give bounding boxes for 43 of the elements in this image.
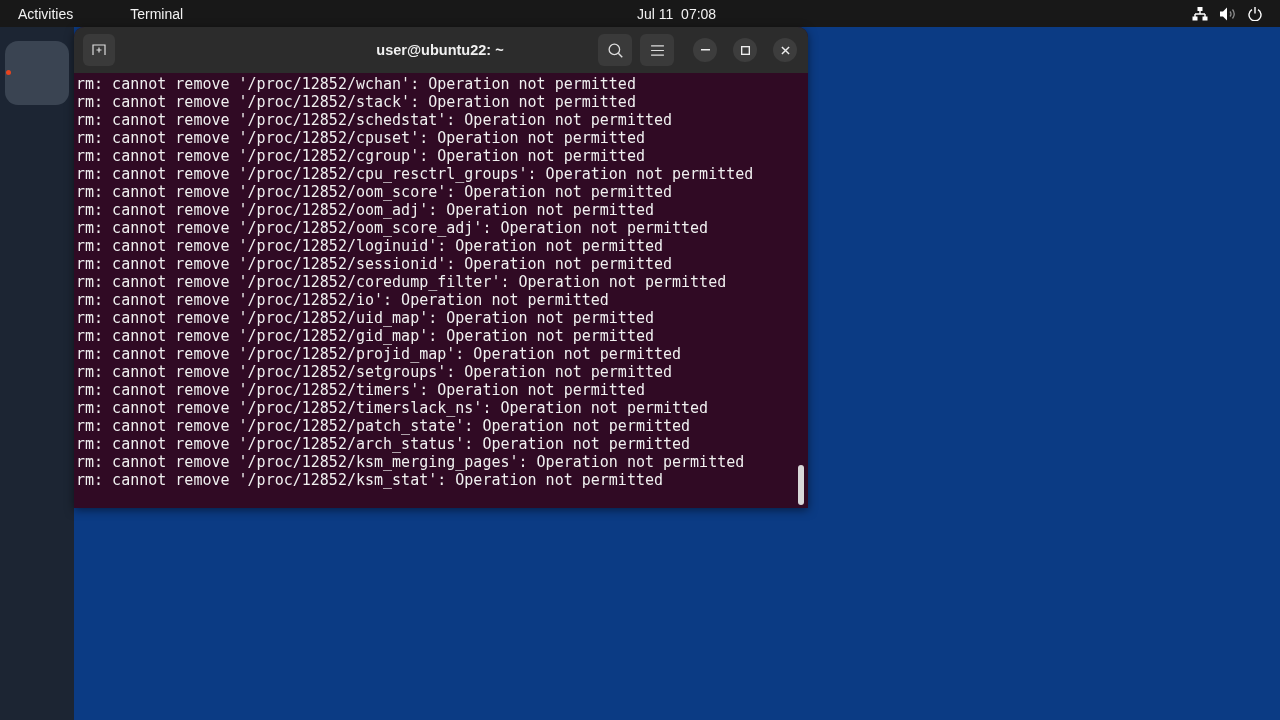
network-icon[interactable] — [1192, 6, 1208, 21]
terminal-line: rm: cannot remove '/proc/12852/uid_map': Operation not permitted — [76, 309, 654, 327]
close-button[interactable] — [773, 38, 797, 62]
terminal-line: rm: cannot remove '/proc/12852/wchan': Operation not permitted — [76, 75, 636, 93]
terminal-line: rm: cannot remove '/proc/12852/cpuset': Operation not permitted — [76, 129, 645, 147]
terminal-line: rm: cannot remove '/proc/12852/ksm_stat': Operation not permitted — [76, 471, 663, 489]
minimize-button[interactable] — [693, 38, 717, 62]
terminal-line: rm: cannot remove '/proc/12852/gid_map': Operation not permitted — [76, 327, 654, 345]
terminal-line: rm: cannot remove '/proc/12852/loginuid': Operation not permitted — [76, 237, 663, 255]
terminal-line: rm: cannot remove '/proc/12852/schedstat': Operation not permitted — [76, 111, 673, 129]
terminal-line: rm: cannot remove '/proc/12852/projid_map': Operation not permitted — [76, 345, 682, 363]
app-menu-button[interactable]: Terminal — [130, 4, 184, 23]
search-icon — [607, 42, 623, 58]
terminal-line: rm: cannot remove '/proc/12852/io': Operation not permitted — [76, 291, 609, 309]
terminal-line: rm: cannot remove '/proc/12852/ksm_merging_pages': Operation not permitted — [76, 453, 745, 471]
power-icon[interactable] — [1248, 6, 1262, 21]
search-button[interactable] — [598, 34, 632, 66]
terminal-line: rm: cannot remove '/proc/12852/sessionid': Operation not permitted — [76, 255, 673, 273]
minimize-icon — [700, 49, 710, 51]
new-tab-button[interactable] — [83, 34, 115, 66]
terminal-line: rm: cannot remove '/proc/12852/patch_state': Operation not permitted — [76, 417, 691, 435]
terminal-line: rm: cannot remove '/proc/12852/setgroups': Operation not permitted — [76, 363, 673, 381]
new-tab-icon — [92, 44, 106, 56]
window-title: user@ubuntu22: ~ — [376, 42, 504, 58]
terminal-line: rm: cannot remove '/proc/12852/stack': Operation not permitted — [76, 93, 636, 111]
terminal-line: rm: cannot remove '/proc/12852/arch_status': Operation not permitted — [76, 435, 691, 453]
close-icon — [780, 45, 790, 55]
menu-button[interactable] — [640, 34, 674, 66]
clock-button[interactable]: Jul 11 07:08 — [637, 4, 717, 23]
scrollbar-thumb[interactable] — [798, 465, 804, 505]
terminal-line: rm: cannot remove '/proc/12852/oom_score': Operation not permitted — [76, 183, 673, 201]
terminal-line: rm: cannot remove '/proc/12852/oom_adj': Operation not permitted — [76, 201, 654, 219]
terminal-line: rm: cannot remove '/proc/12852/cgroup': Operation not permitted — [76, 147, 645, 165]
volume-icon[interactable] — [1220, 6, 1236, 21]
maximize-button[interactable] — [733, 38, 757, 62]
menu-icon — [650, 44, 664, 56]
maximize-icon — [740, 45, 750, 55]
terminal-line: rm: cannot remove '/proc/12852/timerslack_ns': Operation not permitted — [76, 399, 709, 417]
terminal-line: rm: cannot remove '/proc/12852/oom_score_adj': Operation not permitted — [76, 219, 709, 237]
terminal-line: rm: cannot remove '/proc/12852/cpu_resctrl_groups': Operation not permitted — [76, 165, 754, 183]
terminal-line: rm: cannot remove '/proc/12852/timers': Operation not permitted — [76, 381, 645, 399]
activities-button[interactable]: Activities — [18, 4, 74, 23]
terminal-line: rm: cannot remove '/proc/12852/coredump_filter': Operation not permitted — [76, 273, 727, 291]
